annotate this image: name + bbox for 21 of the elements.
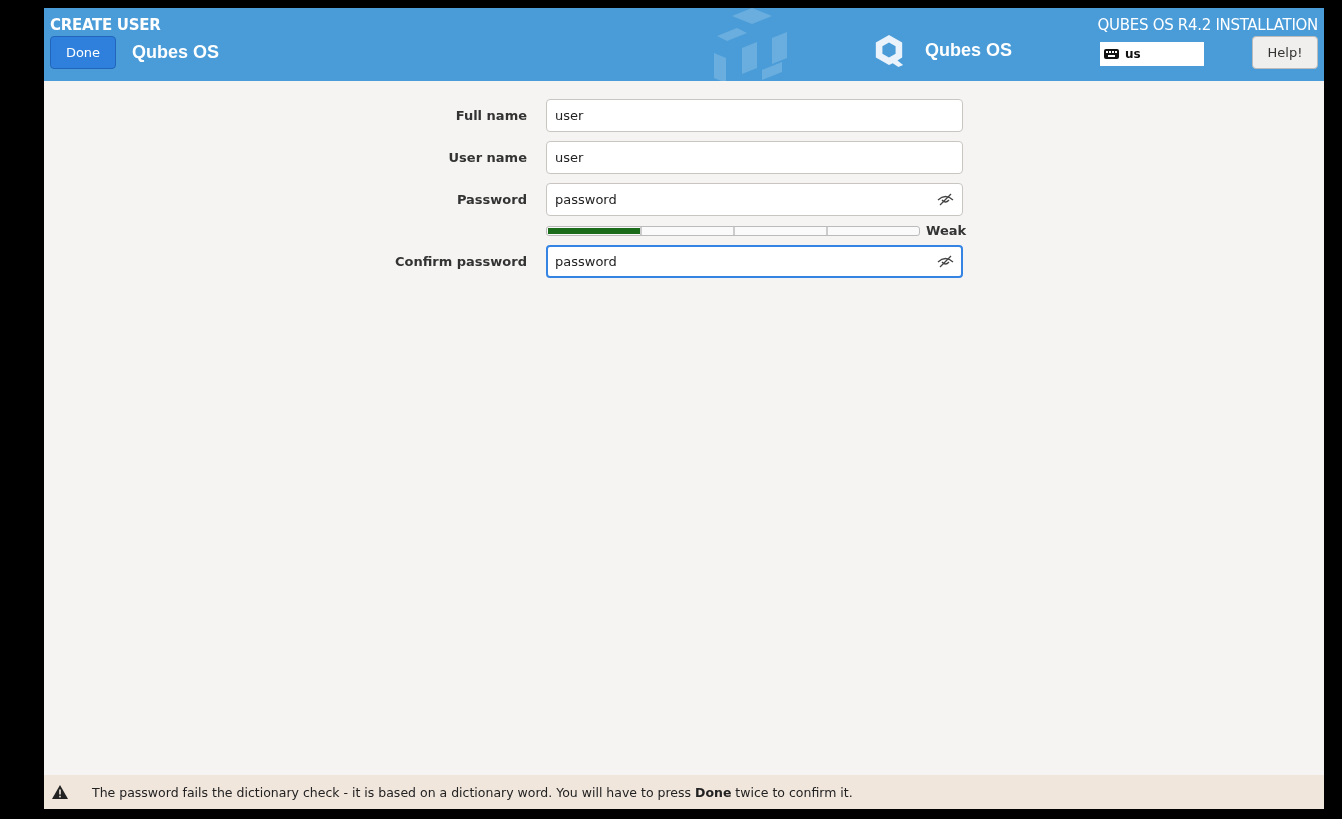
logo-text: Qubes OS <box>925 40 1013 61</box>
input-field[interactable]: user <box>546 141 963 174</box>
warning-message: The password fails the dictionary check - it is based on a dictionary word. You will have to press Done twice to confirm it. <box>92 784 853 800</box>
keyboard-layout-field[interactable]: us <box>1100 41 1204 66</box>
input-field[interactable]: password <box>546 245 963 278</box>
product-name: Qubes OS <box>132 42 220 63</box>
warning-icon <box>52 785 68 799</box>
field-label: Confirm password <box>393 254 527 269</box>
input-field[interactable]: password <box>546 183 963 216</box>
eye-slash-icon[interactable] <box>937 255 954 268</box>
done-button[interactable]: Done <box>50 36 116 69</box>
input-field[interactable]: user <box>546 99 963 132</box>
help-button[interactable]: Help! <box>1252 36 1318 69</box>
keyboard-icon <box>1104 48 1119 59</box>
eye-slash-icon[interactable] <box>937 193 954 206</box>
strength-label: Weak <box>926 223 967 238</box>
installer-title: QUBES OS R4.2 INSTALLATION <box>1097 16 1318 34</box>
page-title: CREATE USER <box>50 16 162 34</box>
field-label: Full name <box>454 108 527 123</box>
field-label: Password <box>455 192 527 207</box>
field-label: User name <box>447 150 527 165</box>
